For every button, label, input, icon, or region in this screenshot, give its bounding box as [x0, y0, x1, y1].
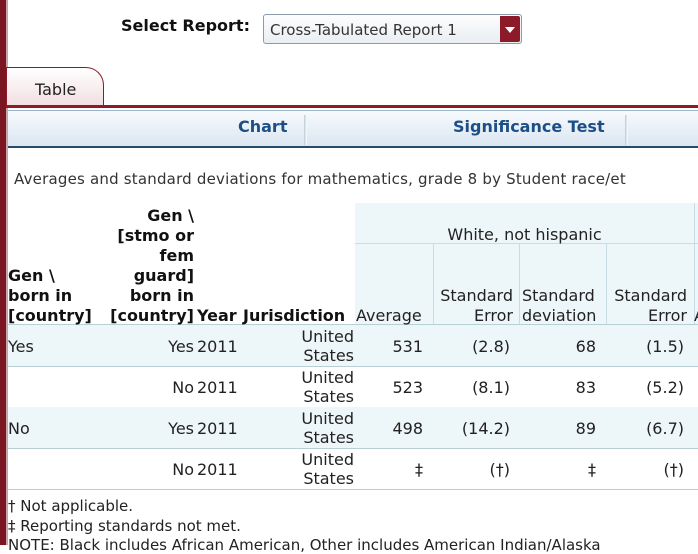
- tab-table[interactable]: Table: [6, 67, 104, 107]
- header-cut-off: A: [694, 306, 698, 326]
- header-jurisdiction: Jurisdiction: [243, 306, 346, 325]
- report-select[interactable]: Cross-Tabulated Report 1: [263, 14, 522, 44]
- tab-underline: [6, 105, 698, 108]
- header-group-white: White, not hispanic: [447, 225, 602, 244]
- footnote-reporting-standards: ‡ Reporting standards not met.: [8, 517, 241, 535]
- table-description: Averages and standard deviations for mat…: [14, 170, 626, 188]
- footnote-note: NOTE: Black includes African American, O…: [8, 536, 601, 554]
- header-average: Average: [356, 306, 422, 325]
- chart-button[interactable]: Chart: [238, 117, 287, 143]
- view-toolbar: Chart Significance Test: [8, 110, 698, 148]
- footnote-not-applicable: † Not applicable.: [8, 497, 134, 515]
- tab-table-label: Table: [35, 80, 77, 99]
- report-select-value: Cross-Tabulated Report 1: [270, 21, 457, 39]
- toolbar-separator: [304, 115, 307, 145]
- select-report-label: Select Report:: [121, 16, 250, 35]
- toolbar-separator: [625, 115, 628, 145]
- significance-test-button[interactable]: Significance Test: [453, 117, 605, 143]
- chevron-down-icon[interactable]: [500, 16, 520, 42]
- header-year: Year: [197, 306, 237, 325]
